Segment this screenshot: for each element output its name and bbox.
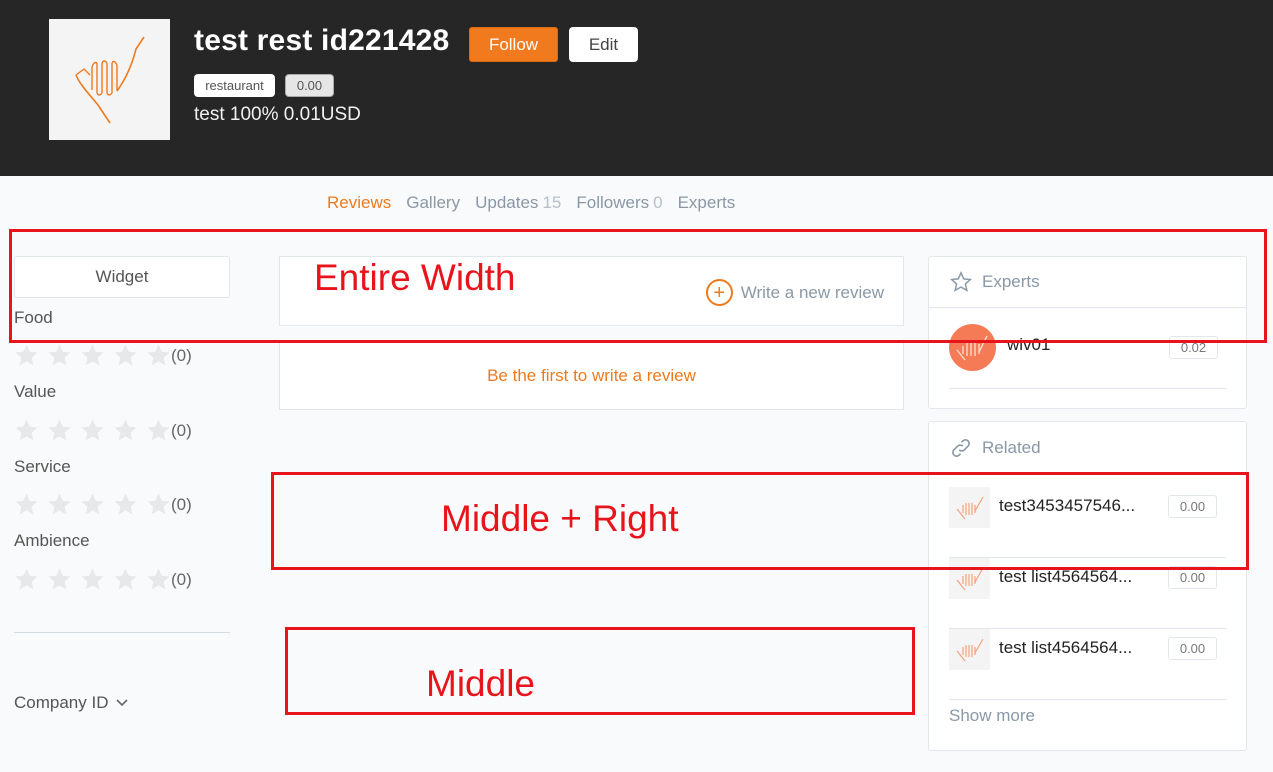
rating-stars-food[interactable]: (0)	[14, 343, 192, 368]
star-icon[interactable]	[47, 567, 72, 592]
annotation-label-middle-right: Middle + Right	[441, 498, 679, 539]
star-icon[interactable]	[14, 492, 39, 517]
related-item-name[interactable]: test list4564564...	[999, 638, 1159, 658]
first-review-link[interactable]: Be the first to write a review	[279, 341, 904, 410]
star-icon[interactable]	[113, 492, 138, 517]
tab-count: 0	[653, 193, 663, 212]
tab-updates[interactable]: Updates 15	[475, 193, 561, 213]
star-icon[interactable]	[47, 343, 72, 368]
related-panel-header: Related	[929, 422, 1246, 473]
score-badge: 0.00	[285, 74, 334, 97]
star-icon[interactable]	[80, 567, 105, 592]
follow-button[interactable]: Follow	[469, 27, 558, 62]
profile-tabs: Reviews Gallery Updates 15 Followers 0 Exp…	[327, 193, 735, 213]
link-icon	[952, 438, 970, 457]
company-id-toggle[interactable]: Company ID	[14, 693, 129, 713]
related-item[interactable]: test list4564564... 0.00	[949, 629, 1226, 700]
tab-gallery[interactable]: Gallery	[406, 193, 460, 213]
annotation-box-middle-right	[271, 472, 1249, 570]
related-item-name[interactable]: test list4564564...	[999, 567, 1159, 587]
show-more-link[interactable]: Show more	[949, 706, 1035, 726]
annotation-label-entire-width: Entire Width	[314, 257, 516, 298]
rating-label-service: Service	[14, 457, 71, 476]
page-title: test rest id221428	[194, 24, 450, 57]
star-icon[interactable]	[146, 492, 171, 517]
star-icon[interactable]	[146, 567, 171, 592]
star-icon[interactable]	[14, 343, 39, 368]
star-icon[interactable]	[113, 418, 138, 443]
rating-stars-ambience[interactable]: (0)	[14, 567, 192, 592]
business-logo	[49, 19, 170, 140]
rating-label-ambience: Ambience	[14, 531, 90, 550]
star-icon[interactable]	[80, 343, 105, 368]
edit-button[interactable]: Edit	[569, 27, 638, 62]
page-header: test rest id221428 Follow Edit restauran…	[0, 0, 1273, 176]
tab-experts[interactable]: Experts	[678, 193, 736, 213]
divider	[14, 632, 230, 633]
rating-count: (0)	[171, 494, 192, 514]
star-icon[interactable]	[146, 418, 171, 443]
annotation-box-middle	[285, 627, 915, 715]
tab-reviews[interactable]: Reviews	[327, 193, 391, 213]
company-id-label: Company ID	[14, 693, 109, 712]
hand-logo-icon	[956, 638, 984, 662]
related-panel: Related test3453457546... 0.00 test list…	[928, 421, 1247, 751]
rating-stars-service[interactable]: (0)	[14, 492, 192, 517]
star-icon[interactable]	[80, 492, 105, 517]
star-icon[interactable]	[146, 343, 171, 368]
star-icon[interactable]	[80, 418, 105, 443]
star-icon[interactable]	[47, 492, 72, 517]
rating-stars-value[interactable]: (0)	[14, 418, 192, 443]
rating-label-value: Value	[14, 382, 57, 401]
related-thumbnail[interactable]	[949, 629, 990, 670]
hand-logo-icon	[74, 36, 145, 123]
annotation-box-entire-width	[9, 229, 1267, 343]
rating-count: (0)	[171, 569, 192, 589]
star-icon[interactable]	[113, 343, 138, 368]
star-icon[interactable]	[47, 418, 72, 443]
annotation-label-middle: Middle	[426, 663, 535, 704]
tab-count: 15	[542, 193, 562, 212]
related-panel-title: Related	[982, 437, 1041, 457]
star-icon[interactable]	[113, 567, 138, 592]
star-icon[interactable]	[14, 567, 39, 592]
score-badge: 0.00	[1168, 637, 1217, 660]
category-tag[interactable]: restaurant	[194, 74, 275, 97]
rating-count: (0)	[171, 345, 192, 365]
rating-count: (0)	[171, 420, 192, 440]
tab-followers[interactable]: Followers 0	[576, 193, 662, 213]
star-icon[interactable]	[14, 418, 39, 443]
business-subline: test 100% 0.01USD	[194, 104, 361, 125]
chevron-down-icon	[116, 699, 128, 707]
